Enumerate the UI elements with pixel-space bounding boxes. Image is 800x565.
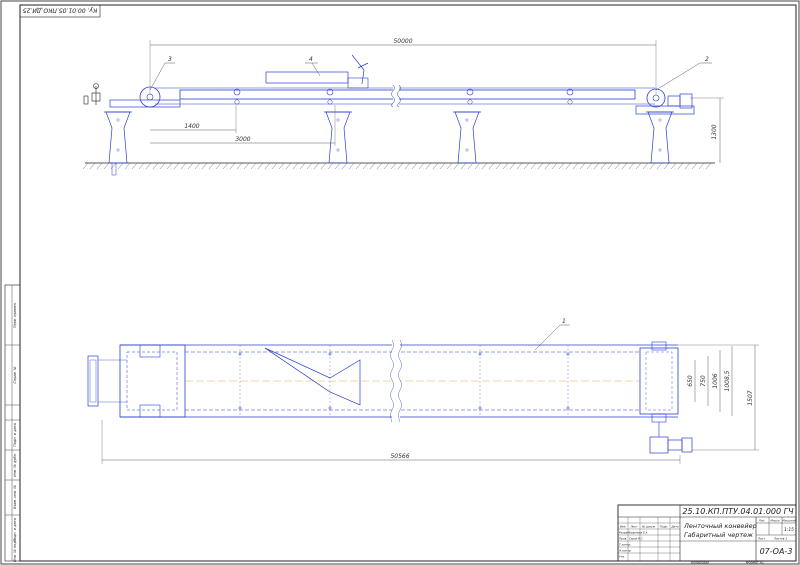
tb-header: Дата (670, 525, 679, 529)
tb-sheet: Лист (757, 537, 765, 541)
dim-d4: 1008,5 (724, 370, 731, 391)
tb-group: 07-ОА-3 (760, 547, 793, 556)
dim-d3: 1006 (712, 373, 719, 388)
dim-d2: 750 (700, 375, 707, 387)
margin-label: Подп. и дата (13, 423, 17, 447)
tb-role: Н.контр. (619, 549, 632, 553)
format-label: Формат А1 (746, 561, 764, 565)
dim-height: 1300 (711, 124, 718, 139)
tb-role: Утв. (619, 555, 625, 559)
top-stamp: Ку. 00.01.05.ПКО.ДИ.25 (23, 7, 98, 14)
tb-right-header: Масштаб (782, 519, 796, 523)
dim-span-a: 1400 (184, 123, 199, 130)
dim-plan-length: 50566 (390, 453, 409, 460)
margin-label: Справ. № (13, 366, 17, 383)
dim-overall-length: 50000 (393, 38, 412, 45)
title-line-1: Ленточный конвейер (683, 522, 757, 530)
tb-name: Сарай В.С. (629, 537, 644, 541)
margin-label: Инв. № подл. (13, 538, 17, 562)
tb-right-header: Масса (771, 519, 780, 523)
margin-label: Инв. № дубл. (13, 453, 17, 477)
tb-right-header: Лит. (758, 519, 766, 523)
margin-label: Перв. примен. (13, 302, 17, 328)
title-line-2: Габаритный чертеж (684, 531, 753, 539)
dim-d5: 1507 (747, 390, 754, 405)
doc-code: 25.10.КП.ПТУ.04.01.000 ГЧ (682, 507, 794, 516)
tb-name: Кудинова Е.А. (629, 531, 648, 535)
tb-header: Изм. (620, 525, 627, 529)
tb-role: Пров. (619, 537, 627, 541)
tb-sheets: Листов 1 (773, 537, 787, 541)
drawing-sheet: Ку. 00.01.05.ПКО.ДИ.25 Перв. примен. Спр… (0, 0, 800, 565)
tb-role: Т.контр. (619, 543, 631, 547)
tb-scale: 1:15 (784, 527, 794, 533)
callout-1: 1 (562, 318, 566, 325)
copied-label: Копировал (691, 561, 709, 565)
callout-4: 4 (309, 56, 313, 63)
tb-header: Лист (629, 525, 637, 529)
callout-3: 3 (168, 56, 172, 63)
tb-header: Подп. (660, 525, 669, 529)
tb-header: № докум. (641, 525, 656, 529)
dim-d1: 650 (687, 375, 694, 387)
outer-frame (0, 0, 800, 565)
callout-2: 2 (705, 56, 709, 63)
margin-label: Взам. инв. № (13, 485, 17, 509)
dim-span-b: 3000 (235, 136, 250, 143)
